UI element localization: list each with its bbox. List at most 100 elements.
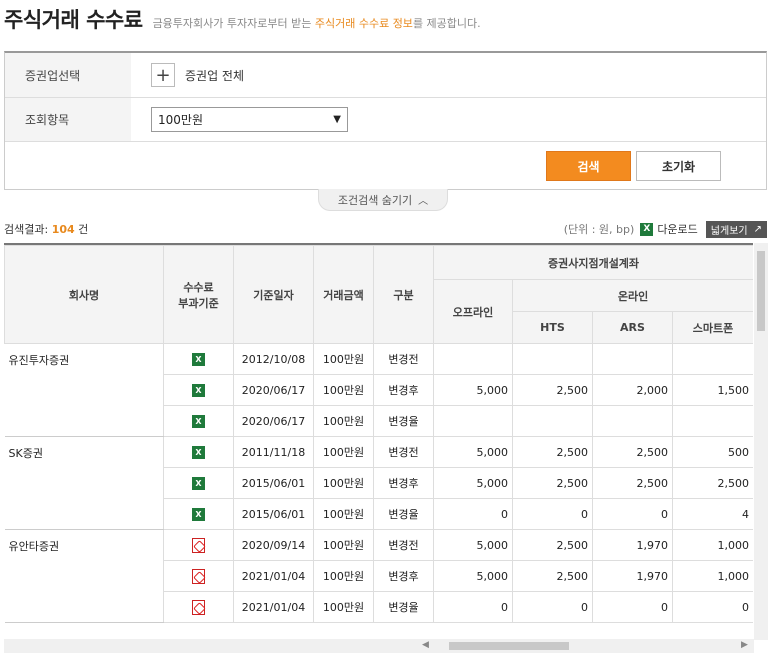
pdf-file-icon[interactable] bbox=[192, 568, 205, 584]
scroll-thumb[interactable] bbox=[449, 642, 569, 650]
offline-fee-cell: 0 bbox=[433, 498, 513, 530]
col-company: 회사명 bbox=[4, 245, 164, 344]
amount-cell: 100만원 bbox=[313, 560, 374, 592]
search-filter-panel: 증권업선택 + 증권업 전체 조회항목 100만원 ▼ 검색 초기화 bbox=[4, 51, 767, 190]
type-cell: 변경율 bbox=[373, 405, 434, 437]
col-account-group: 증권사지점개설계좌 bbox=[432, 245, 753, 280]
item-filter-row: 조회항목 100만원 ▼ bbox=[5, 98, 766, 142]
ars-fee-cell: 2,500 bbox=[592, 436, 673, 468]
col-hts: HTS bbox=[512, 311, 593, 344]
offline-fee-cell bbox=[433, 405, 513, 437]
hts-fee-cell: 2,500 bbox=[512, 436, 593, 468]
col-amount: 거래금액 bbox=[313, 245, 374, 344]
hts-fee-cell: 0 bbox=[512, 498, 593, 530]
chevron-down-icon: ▼ bbox=[333, 114, 341, 125]
ars-fee-cell: 2,000 bbox=[592, 374, 673, 406]
col-offline: 오프라인 bbox=[433, 279, 513, 344]
excel-file-icon[interactable]: X bbox=[192, 383, 205, 397]
hts-fee-cell: 2,500 bbox=[512, 529, 593, 561]
ars-fee-cell: 0 bbox=[592, 591, 673, 623]
date-cell: 2011/11/18 bbox=[233, 436, 314, 468]
amount-cell: 100만원 bbox=[313, 591, 374, 623]
excel-file-icon[interactable]: X bbox=[192, 445, 205, 459]
smartphone-fee-cell: 0 bbox=[672, 591, 753, 623]
ars-fee-cell: 1,970 bbox=[592, 560, 673, 592]
date-cell: 2012/10/08 bbox=[233, 343, 314, 375]
type-cell: 변경전 bbox=[373, 436, 434, 468]
amount-cell: 100만원 bbox=[313, 436, 374, 468]
wide-view-button[interactable]: 넓게보기 ↗ bbox=[705, 220, 767, 238]
hts-fee-cell: 2,500 bbox=[512, 467, 593, 499]
ars-fee-cell bbox=[592, 405, 673, 437]
download-link[interactable]: 다운로드 bbox=[657, 221, 697, 237]
offline-fee-cell: 5,000 bbox=[433, 467, 513, 499]
date-cell: 2021/01/04 bbox=[233, 560, 314, 592]
smartphone-fee-cell: 4 bbox=[672, 498, 753, 530]
smartphone-fee-cell bbox=[672, 343, 753, 375]
type-cell: 변경후 bbox=[373, 560, 434, 592]
offline-fee-cell: 5,000 bbox=[433, 374, 513, 406]
type-cell: 변경율 bbox=[373, 498, 434, 530]
date-cell: 2015/06/01 bbox=[233, 498, 314, 530]
date-cell: 2020/06/17 bbox=[233, 405, 314, 437]
page-description: 금융투자회사가 투자자로부터 받는 주식거래 수수료 정보를 제공합니다. bbox=[152, 17, 481, 30]
result-bar: 검색결과: 104 건 (단위 : 원, bp) X 다운로드 넓게보기 ↗ bbox=[4, 220, 767, 238]
offline-fee-cell: 5,000 bbox=[433, 436, 513, 468]
amount-cell: 100만원 bbox=[313, 498, 374, 530]
expand-arrow-icon: ↗ bbox=[753, 223, 762, 235]
excel-file-icon[interactable]: X bbox=[192, 414, 205, 428]
offline-fee-cell: 5,000 bbox=[433, 560, 513, 592]
page-header: 주식거래 수수료 금융투자회사가 투자자로부터 받는 주식거래 수수료 정보를 … bbox=[4, 4, 481, 34]
excel-file-icon[interactable]: X bbox=[192, 507, 205, 521]
smartphone-fee-cell bbox=[672, 405, 753, 437]
pdf-file-icon[interactable] bbox=[192, 537, 205, 553]
smartphone-fee-cell: 500 bbox=[672, 436, 753, 468]
excel-file-icon[interactable]: X bbox=[192, 476, 205, 490]
smartphone-fee-cell: 2,500 bbox=[672, 467, 753, 499]
date-cell: 2021/01/04 bbox=[233, 591, 314, 623]
scroll-left-icon[interactable]: ◀ bbox=[422, 640, 429, 650]
amount-cell: 100만원 bbox=[313, 467, 374, 499]
hide-filter-toggle[interactable]: 조건검색 숨기기 ︿ bbox=[318, 189, 448, 211]
smartphone-fee-cell: 1,000 bbox=[672, 560, 753, 592]
amount-cell: 100만원 bbox=[313, 405, 374, 437]
ars-fee-cell bbox=[592, 343, 673, 375]
ars-fee-cell: 2,500 bbox=[592, 467, 673, 499]
scroll-thumb[interactable] bbox=[757, 251, 765, 331]
scroll-right-icon[interactable]: ▶ bbox=[741, 640, 748, 650]
excel-file-icon[interactable]: X bbox=[192, 352, 205, 366]
item-filter-label: 조회항목 bbox=[5, 98, 131, 141]
col-online: 온라인 bbox=[511, 279, 753, 312]
hts-fee-cell bbox=[512, 405, 593, 437]
ars-fee-cell: 1,970 bbox=[592, 529, 673, 561]
hts-fee-cell: 2,500 bbox=[512, 374, 593, 406]
col-basis: 수수료 부과기준 bbox=[163, 245, 234, 344]
offline-fee-cell: 0 bbox=[433, 591, 513, 623]
amount-cell: 100만원 bbox=[313, 529, 374, 561]
company-filter-value: 증권업 전체 bbox=[185, 68, 245, 83]
fee-table: 회사명 수수료 부과기준 기준일자 거래금액 구분 증권사지점개설계좌 오프라인… bbox=[4, 245, 753, 623]
table-row: 유진투자증권 X 2012/10/08 100만원 변경전 bbox=[4, 343, 753, 437]
page-title: 주식거래 수수료 bbox=[4, 8, 143, 32]
vertical-scrollbar[interactable] bbox=[754, 243, 768, 640]
reset-button[interactable]: 초기화 bbox=[636, 151, 721, 181]
amount-cell: 100만원 bbox=[313, 374, 374, 406]
pdf-file-icon[interactable] bbox=[192, 599, 205, 615]
col-type: 구분 bbox=[373, 245, 434, 344]
excel-icon: X bbox=[640, 222, 654, 236]
fee-table-container: 회사명 수수료 부과기준 기준일자 거래금액 구분 증권사지점개설계좌 오프라인… bbox=[4, 243, 753, 623]
horizontal-scrollbar[interactable]: ◀ ▶ bbox=[4, 639, 754, 653]
chevron-up-icon: ︿ bbox=[418, 196, 429, 207]
type-cell: 변경후 bbox=[373, 467, 434, 499]
amount-select[interactable]: 100만원 ▼ bbox=[151, 107, 348, 132]
table-row: SK증권 X 2011/11/18 100만원 변경전 5,000 2,500 2,500 50… bbox=[4, 436, 753, 530]
add-company-button[interactable]: + bbox=[151, 63, 175, 87]
date-cell: 2015/06/01 bbox=[233, 467, 314, 499]
col-ars: ARS bbox=[592, 311, 673, 344]
offline-fee-cell: 5,000 bbox=[433, 529, 513, 561]
table-row: 유안타증권 2020/09/14 100만원 변경전 5,000 2,500 1,970 1,… bbox=[4, 529, 753, 623]
search-button[interactable]: 검색 bbox=[546, 151, 631, 181]
hts-fee-cell: 0 bbox=[512, 591, 593, 623]
smartphone-fee-cell: 1,000 bbox=[672, 529, 753, 561]
company-name: SK증권 bbox=[4, 436, 164, 530]
